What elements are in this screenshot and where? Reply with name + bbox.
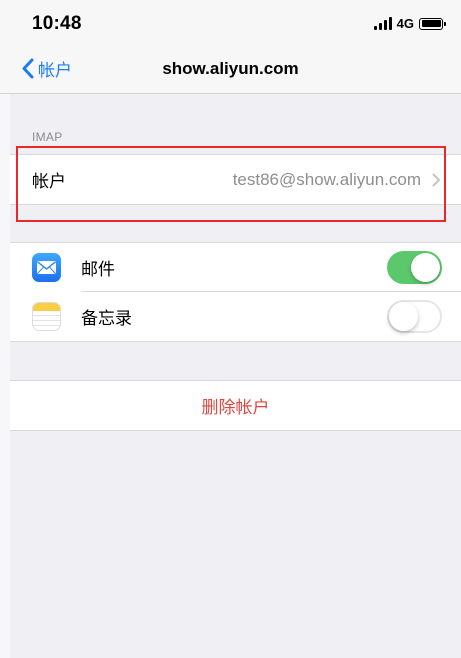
imap-section-header: IMAP bbox=[32, 130, 63, 144]
delete-account-button[interactable]: 删除帐户 bbox=[10, 381, 461, 430]
apps-group: 邮件 备忘录 bbox=[10, 242, 461, 342]
app-row-mail: 邮件 bbox=[10, 243, 461, 292]
delete-group: 删除帐户 bbox=[10, 380, 461, 431]
chevron-right-icon bbox=[432, 173, 440, 187]
page-title: show.aliyun.com bbox=[162, 59, 299, 78]
app-label-mail: 邮件 bbox=[81, 260, 115, 279]
status-indicators: 4G bbox=[373, 16, 446, 31]
mail-icon bbox=[32, 253, 61, 282]
battery-icon bbox=[419, 17, 446, 30]
account-label: 帐户 bbox=[32, 172, 66, 191]
status-time: 10:48 bbox=[32, 13, 82, 34]
notes-toggle[interactable] bbox=[387, 300, 442, 333]
app-label-notes: 备忘录 bbox=[81, 309, 132, 328]
navigation-bar: 帐户 show.aliyun.com bbox=[0, 46, 461, 94]
account-row[interactable]: 帐户 test86@show.aliyun.com bbox=[10, 155, 461, 204]
imap-group: 帐户 test86@show.aliyun.com bbox=[10, 154, 461, 205]
mail-toggle[interactable] bbox=[387, 251, 442, 284]
account-value: test86@show.aliyun.com bbox=[232, 170, 421, 189]
signal-icon bbox=[373, 17, 392, 30]
left-edge bbox=[0, 0, 10, 658]
status-bar: 10:48 4G bbox=[0, 0, 461, 46]
notes-icon bbox=[32, 302, 61, 331]
settings-screen: 10:48 4G 帐户 show.aliyun.com IMAP 帐户 test… bbox=[0, 0, 461, 658]
app-row-notes: 备忘录 bbox=[10, 292, 461, 341]
network-type: 4G bbox=[396, 16, 414, 31]
